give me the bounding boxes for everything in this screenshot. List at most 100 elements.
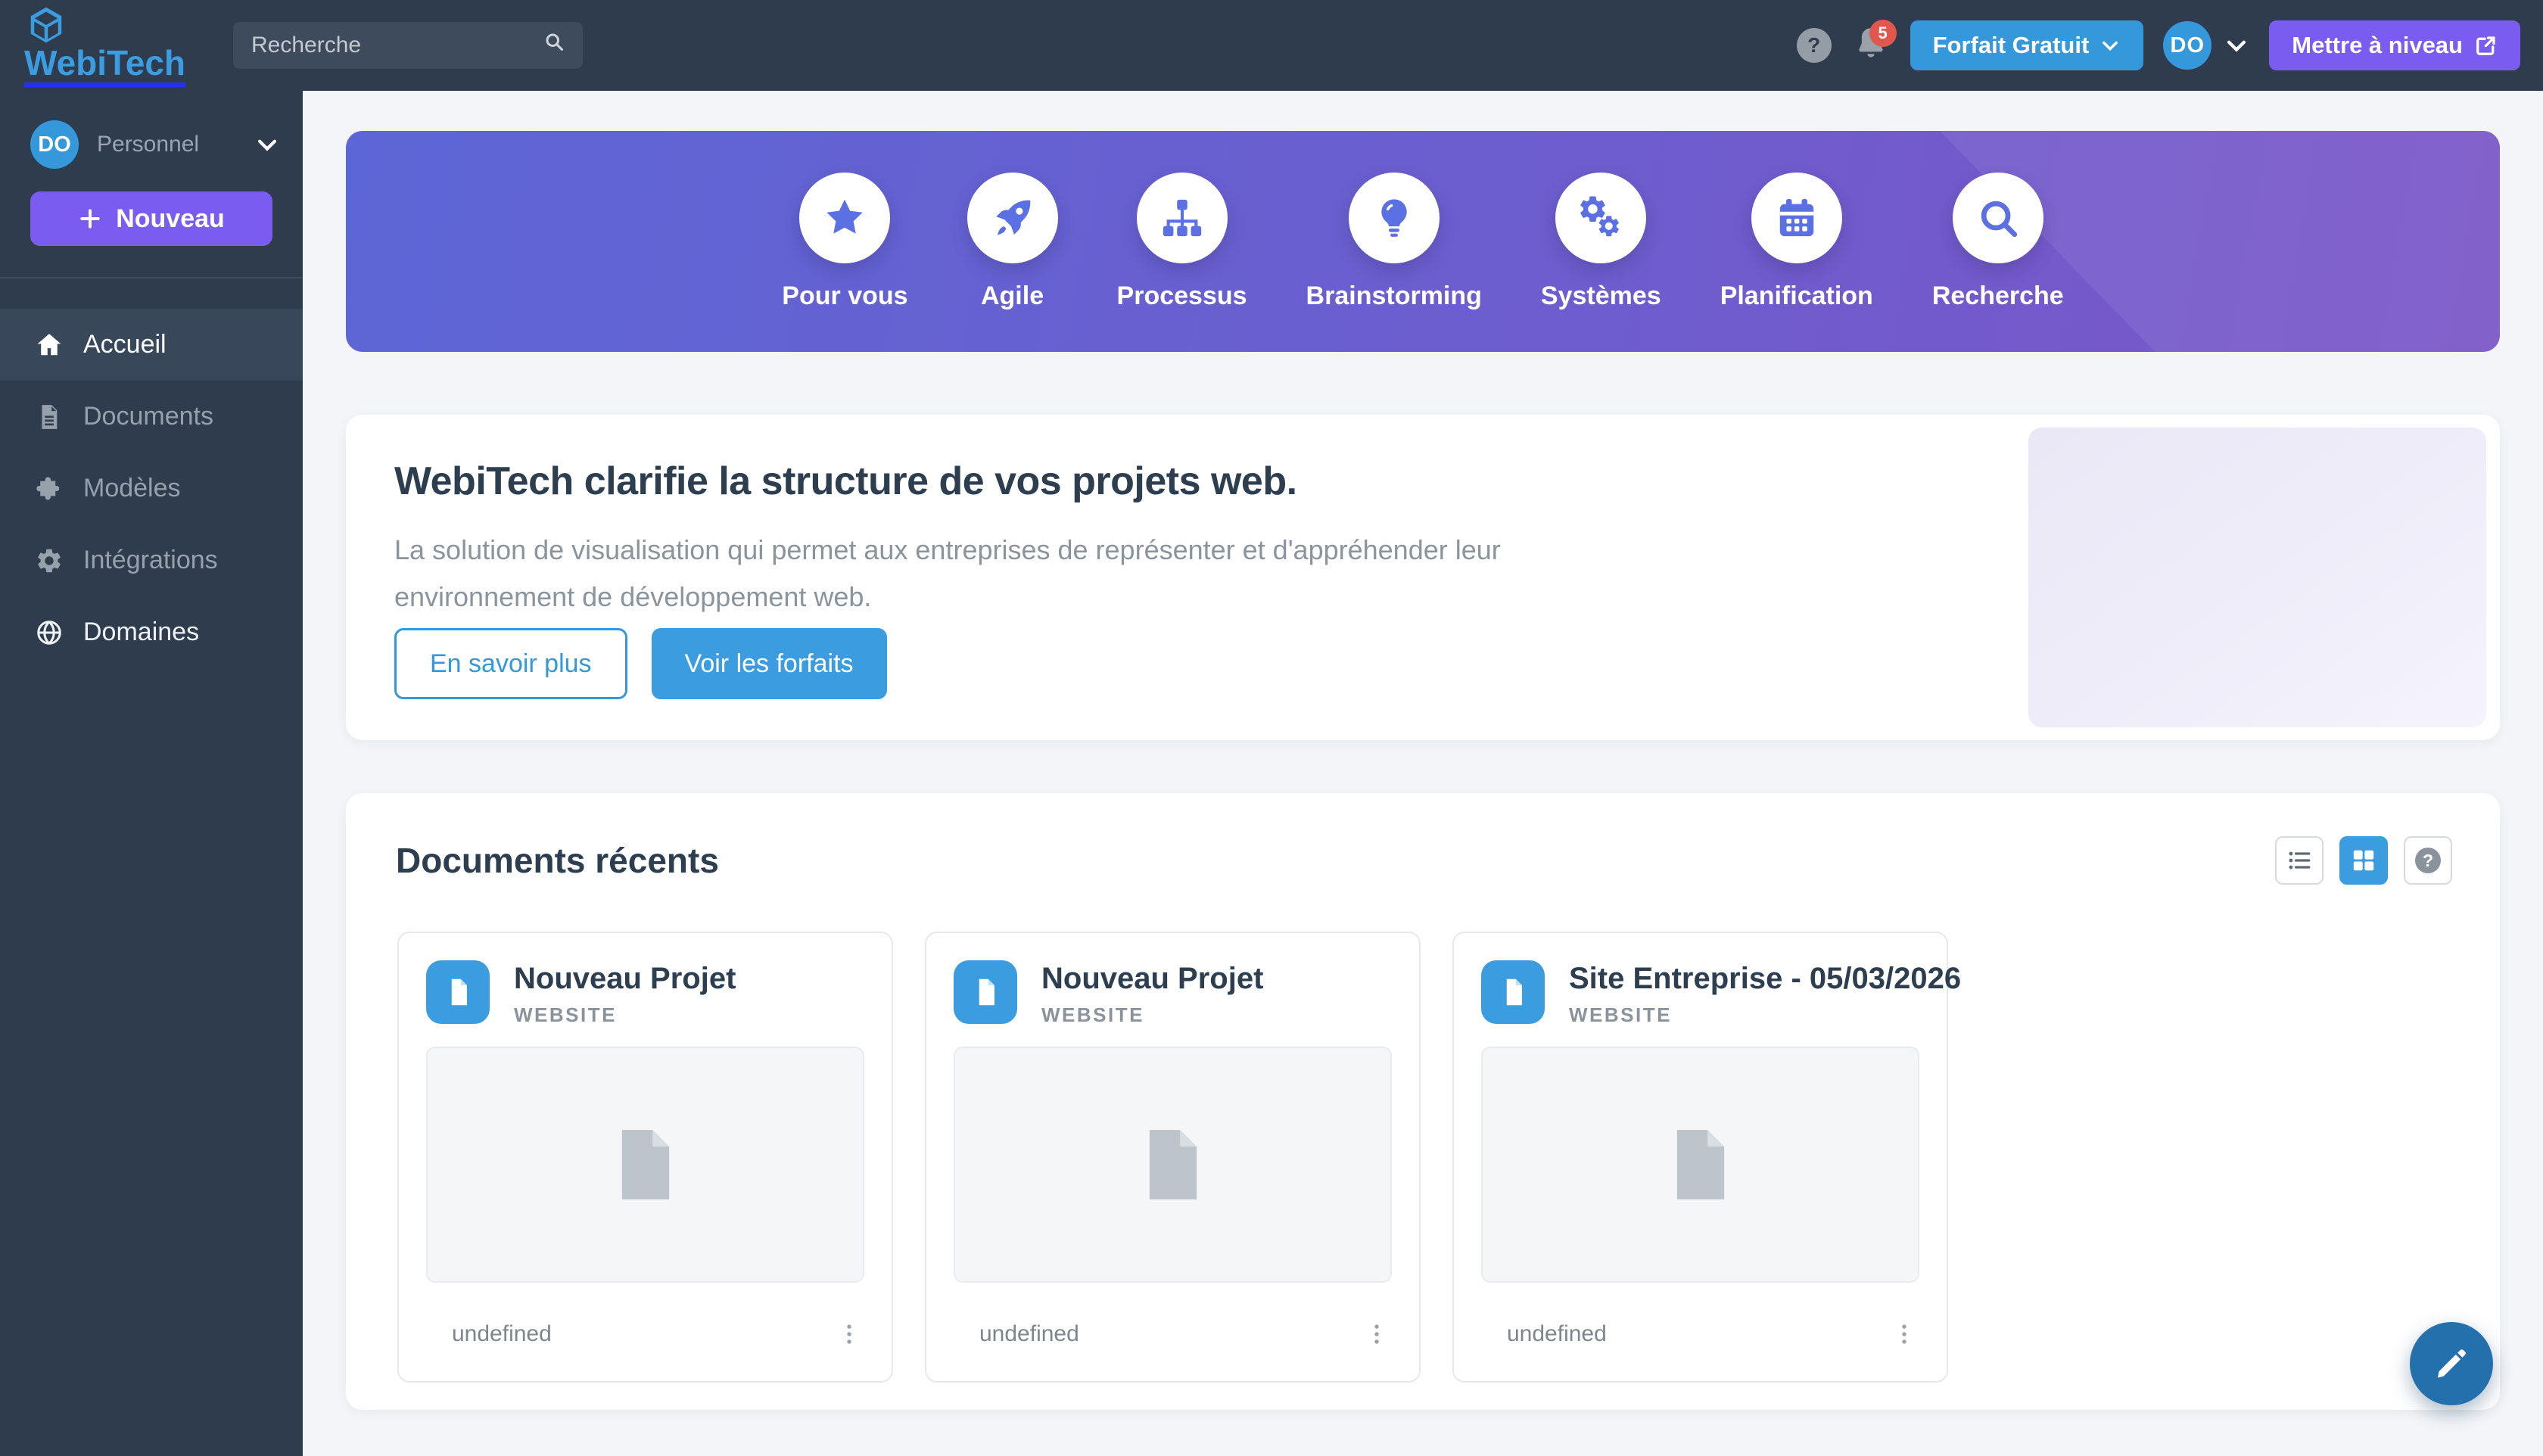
plus-icon	[78, 207, 102, 231]
view-toggles: ?	[2275, 836, 2452, 885]
template-category-banner: Pour vous Agile Processus Brainstorming	[346, 131, 2500, 352]
category-label: Processus	[1117, 282, 1247, 311]
list-view-icon	[2286, 847, 2313, 874]
puzzle-icon	[35, 474, 64, 503]
search-input[interactable]	[251, 33, 543, 58]
file-placeholder-icon	[1667, 1124, 1734, 1206]
notifications-button[interactable]: 5	[1851, 24, 1891, 67]
sidebar-item-documents[interactable]: Documents	[0, 381, 303, 453]
search-icon[interactable]	[543, 31, 565, 60]
new-document-label: Nouveau	[116, 204, 225, 234]
cube-logo-icon	[26, 5, 67, 45]
category-list: Pour vous Agile Processus Brainstorming	[782, 173, 2063, 311]
kebab-menu-icon[interactable]	[1889, 1319, 1919, 1349]
sitemap-icon	[1137, 173, 1228, 263]
document-preview[interactable]	[954, 1047, 1392, 1283]
document-file-icon	[1481, 960, 1545, 1024]
account-menu[interactable]: DO	[2163, 21, 2249, 70]
plan-label: Forfait Gratuit	[1933, 32, 2090, 59]
see-plans-button[interactable]: Voir les forfaits	[652, 628, 887, 699]
sidebar-item-label: Modèles	[83, 474, 181, 503]
kebab-menu-icon[interactable]	[834, 1319, 864, 1349]
workspace-switcher[interactable]: DO Personnel	[30, 120, 280, 170]
document-icon	[35, 403, 64, 431]
top-bar: WebiTech ? 5 Forfait Gratuit DO	[0, 0, 2543, 91]
category-systemes[interactable]: Systèmes	[1541, 173, 1661, 311]
workspace-avatar: DO	[30, 120, 79, 169]
document-cards: Nouveau Projet WEBSITE undefined	[397, 932, 1948, 1383]
gears-icon	[1555, 173, 1646, 263]
category-label: Agile	[981, 282, 1044, 311]
chevron-down-icon[interactable]	[2224, 33, 2249, 58]
search-icon	[1953, 173, 2043, 263]
document-title: Site Entreprise - 05/03/2026	[1569, 962, 1919, 996]
document-card-footer: undefined	[1481, 1318, 1919, 1351]
document-card-titles: Nouveau Projet WEBSITE	[514, 960, 736, 1027]
gear-icon	[35, 546, 64, 575]
edit-fab-button[interactable]	[2410, 1322, 2493, 1405]
list-view-button[interactable]	[2275, 836, 2324, 885]
document-card-titles: Nouveau Projet WEBSITE	[1041, 960, 1263, 1027]
sidebar-item-accueil[interactable]: Accueil	[0, 309, 303, 381]
hero-description: La solution de visualisation qui permet …	[394, 527, 1530, 621]
learn-more-button[interactable]: En savoir plus	[394, 628, 627, 699]
document-card-footer: undefined	[954, 1318, 1392, 1351]
pencil-icon	[2433, 1345, 2470, 1383]
category-label: Systèmes	[1541, 282, 1661, 311]
grid-view-button[interactable]	[2339, 836, 2388, 885]
category-brainstorming[interactable]: Brainstorming	[1306, 173, 1482, 311]
chevron-down-icon	[254, 132, 280, 157]
global-search[interactable]	[233, 22, 583, 69]
category-agile[interactable]: Agile	[967, 173, 1058, 311]
document-title: Nouveau Projet	[1041, 962, 1263, 996]
rocket-icon	[967, 173, 1058, 263]
upgrade-label: Mettre à niveau	[2292, 32, 2463, 59]
notification-badge: 5	[1869, 20, 1897, 47]
plan-dropdown-button[interactable]: Forfait Gratuit	[1910, 20, 2144, 70]
header-actions: ? 5 Forfait Gratuit DO Mettre à niveau	[1797, 0, 2520, 91]
document-card[interactable]: Nouveau Projet WEBSITE undefined	[397, 932, 893, 1383]
document-footer-text: undefined	[1481, 1321, 1607, 1347]
document-preview[interactable]	[1481, 1047, 1919, 1283]
upgrade-button[interactable]: Mettre à niveau	[2269, 20, 2520, 70]
sidebar-item-label: Accueil	[83, 330, 167, 359]
app-logo[interactable]: WebiTech	[24, 5, 185, 87]
hero-card: WebiTech clarifie la structure de vos pr…	[346, 415, 2500, 740]
star-icon	[799, 173, 890, 263]
document-card-header: Site Entreprise - 05/03/2026 WEBSITE	[1481, 960, 1919, 1027]
chevron-down-icon	[2099, 35, 2121, 56]
document-type: WEBSITE	[1041, 1003, 1263, 1027]
document-card[interactable]: Nouveau Projet WEBSITE undefined	[925, 932, 1421, 1383]
sidebar-item-label: Domaines	[83, 618, 199, 647]
category-planification[interactable]: Planification	[1720, 173, 1873, 311]
main-content: Pour vous Agile Processus Brainstorming	[303, 91, 2543, 1456]
category-processus[interactable]: Processus	[1117, 173, 1247, 311]
document-card-header: Nouveau Projet WEBSITE	[426, 960, 864, 1027]
document-footer-text: undefined	[426, 1321, 552, 1347]
sidebar-divider	[0, 277, 303, 278]
document-card-header: Nouveau Projet WEBSITE	[954, 960, 1392, 1027]
help-icon: ?	[2415, 848, 2441, 873]
sidebar-item-modeles[interactable]: Modèles	[0, 453, 303, 524]
sidebar-nav: Accueil Documents Modèles Intégrations D…	[0, 309, 303, 668]
document-file-icon	[426, 960, 490, 1024]
workspace-label: Personnel	[97, 132, 254, 157]
document-file-icon	[954, 960, 1017, 1024]
view-help-button[interactable]: ?	[2404, 836, 2452, 885]
home-icon	[35, 331, 64, 359]
help-icon[interactable]: ?	[1797, 28, 1832, 63]
document-card[interactable]: Site Entreprise - 05/03/2026 WEBSITE und…	[1452, 932, 1948, 1383]
recent-documents-title: Documents récents	[396, 840, 719, 881]
document-preview[interactable]	[426, 1047, 864, 1283]
sidebar-item-integrations[interactable]: Intégrations	[0, 524, 303, 596]
new-document-button[interactable]: Nouveau	[30, 191, 272, 246]
category-label: Recherche	[1932, 282, 2064, 311]
grid-view-icon	[2350, 847, 2377, 874]
category-recherche[interactable]: Recherche	[1932, 173, 2064, 311]
calendar-icon	[1751, 173, 1842, 263]
sidebar-item-domaines[interactable]: Domaines	[0, 596, 303, 668]
avatar[interactable]: DO	[2163, 21, 2212, 70]
category-pour-vous[interactable]: Pour vous	[782, 173, 907, 311]
sidebar-item-label: Documents	[83, 402, 213, 431]
kebab-menu-icon[interactable]	[1362, 1319, 1392, 1349]
